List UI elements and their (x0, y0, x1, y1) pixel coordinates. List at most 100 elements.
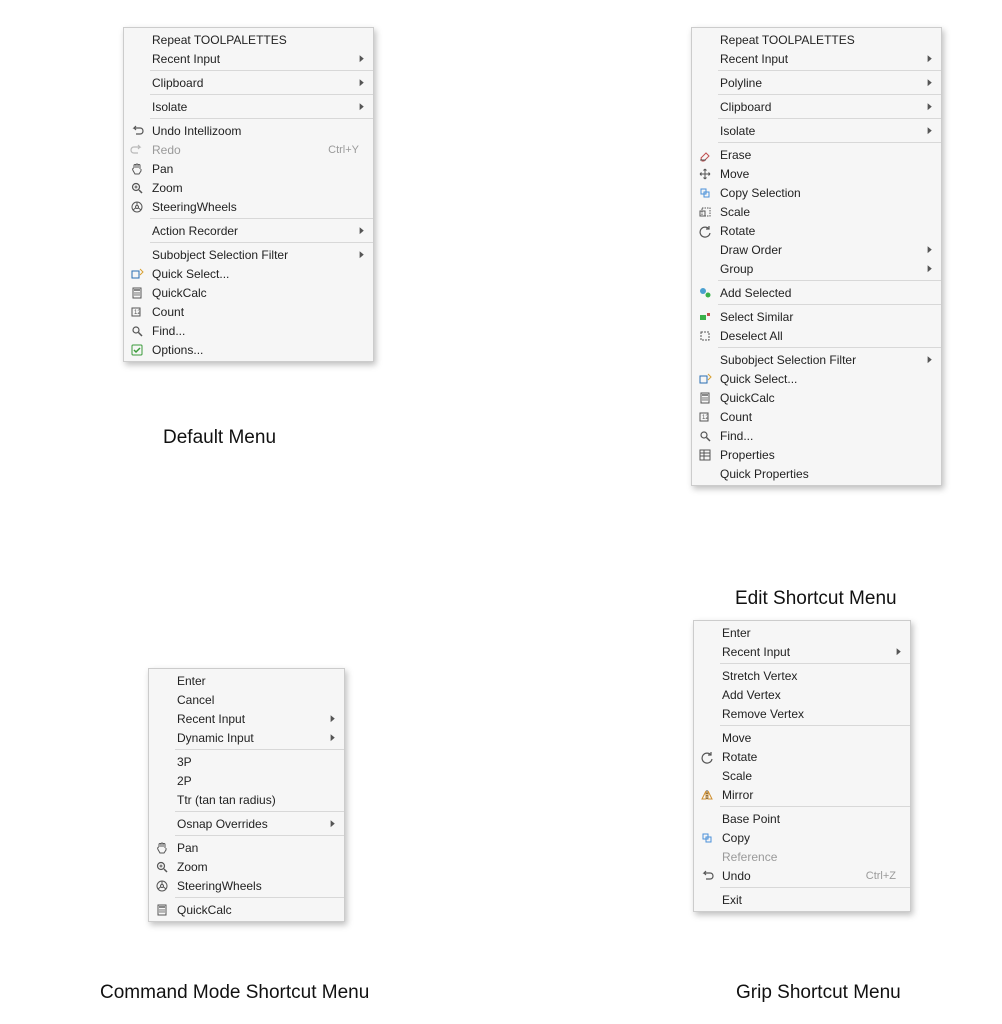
menu-item-label: Draw Order (716, 243, 925, 257)
undo-icon (700, 869, 714, 883)
menu-item-quick-select[interactable]: Quick Select... (692, 369, 941, 388)
menu-item-quickcalc[interactable]: QuickCalc (124, 283, 373, 302)
menu-item-ttr-tan-tan-radius[interactable]: Ttr (tan tan radius) (149, 790, 344, 809)
menu-item-subobject-selection-filter[interactable]: Subobject Selection Filter▶ (692, 350, 941, 369)
menu-item-group[interactable]: Group▶ (692, 259, 941, 278)
menu-separator (175, 811, 344, 812)
menu-item-repeat-toolpalettes[interactable]: Repeat TOOLPALETTES (124, 30, 373, 49)
menu-separator (720, 806, 910, 807)
menu-item-label: Properties (716, 448, 935, 462)
menu-item-recent-input[interactable]: Recent Input▶ (694, 642, 910, 661)
menu-item-copy-selection[interactable]: Copy Selection (692, 183, 941, 202)
menu-item-mirror[interactable]: Mirror (694, 785, 910, 804)
menu-item-clipboard[interactable]: Clipboard▶ (124, 73, 373, 92)
calc-icon (698, 391, 712, 405)
menu-item-steeringwheels[interactable]: SteeringWheels (124, 197, 373, 216)
menu-item-draw-order[interactable]: Draw Order▶ (692, 240, 941, 259)
menu-item-recent-input[interactable]: Recent Input▶ (124, 49, 373, 68)
pan-icon-slot (126, 160, 148, 178)
pan-icon (130, 162, 144, 176)
menu-item-redo[interactable]: RedoCtrl+Y (124, 140, 373, 159)
menu-item-rotate[interactable]: Rotate (694, 747, 910, 766)
menu-item-dynamic-input[interactable]: Dynamic Input▶ (149, 728, 344, 747)
menu-item-deselect-all[interactable]: Deselect All (692, 326, 941, 345)
menu-item-pan[interactable]: Pan (124, 159, 373, 178)
rotate-icon (698, 224, 712, 238)
menu-item-erase[interactable]: Erase (692, 145, 941, 164)
menu-item-reference[interactable]: Reference (694, 847, 910, 866)
menu-item-recent-input[interactable]: Recent Input▶ (149, 709, 344, 728)
menu-item-label: Subobject Selection Filter (148, 248, 357, 262)
menu-item-label: Options... (148, 343, 367, 357)
scale-icon-slot (694, 203, 716, 221)
menu-item-move[interactable]: Move (694, 728, 910, 747)
menu-item-label: 2P (173, 774, 338, 788)
menu-item-options[interactable]: Options... (124, 340, 373, 359)
menu-item-quickcalc[interactable]: QuickCalc (149, 900, 344, 919)
menu-item-subobject-selection-filter[interactable]: Subobject Selection Filter▶ (124, 245, 373, 264)
menu-item-isolate[interactable]: Isolate▶ (692, 121, 941, 140)
menu-separator (175, 897, 344, 898)
menu-item-label: Group (716, 262, 925, 276)
menu-item-properties[interactable]: Properties (692, 445, 941, 464)
menu-item-quick-properties[interactable]: Quick Properties (692, 464, 941, 483)
menu-item-find[interactable]: Find... (124, 321, 373, 340)
menu-item-polyline[interactable]: Polyline▶ (692, 73, 941, 92)
blank-icon-slot (694, 241, 716, 259)
blank-icon-slot (151, 772, 173, 790)
menu-item-enter[interactable]: Enter (694, 623, 910, 642)
chevron-right-icon: ▶ (330, 818, 336, 829)
chevron-right-icon: ▶ (359, 77, 365, 88)
grip-menu-caption: Grip Shortcut Menu (736, 982, 901, 1004)
menu-item-steeringwheels[interactable]: SteeringWheels (149, 876, 344, 895)
menu-item-label: Copy (718, 831, 904, 845)
menu-item-select-similar[interactable]: Select Similar (692, 307, 941, 326)
menu-item-label: Zoom (173, 860, 338, 874)
menu-item-add-selected[interactable]: Add Selected (692, 283, 941, 302)
menu-item-zoom[interactable]: Zoom (149, 857, 344, 876)
mirror-icon (700, 788, 714, 802)
menu-item-recent-input[interactable]: Recent Input▶ (692, 49, 941, 68)
menu-item-cancel[interactable]: Cancel (149, 690, 344, 709)
menu-item-count[interactable]: 12Count (124, 302, 373, 321)
menu-item-quick-select[interactable]: Quick Select... (124, 264, 373, 283)
menu-item-find[interactable]: Find... (692, 426, 941, 445)
menu-item-scale[interactable]: Scale (692, 202, 941, 221)
menu-item-count[interactable]: 12Count (692, 407, 941, 426)
menu-item-undo[interactable]: UndoCtrl+Z (694, 866, 910, 885)
chevron-right-icon: ▶ (359, 225, 365, 236)
menu-item-undo-intellizoom[interactable]: Undo Intellizoom (124, 121, 373, 140)
blank-icon-slot (126, 98, 148, 116)
find-icon (130, 324, 144, 338)
menu-item-add-vertex[interactable]: Add Vertex (694, 685, 910, 704)
menu-item-isolate[interactable]: Isolate▶ (124, 97, 373, 116)
menu-item-repeat-toolpalettes[interactable]: Repeat TOOLPALETTES (692, 30, 941, 49)
menu-item-osnap-overrides[interactable]: Osnap Overrides▶ (149, 814, 344, 833)
blank-icon-slot (696, 810, 718, 828)
menu-item-move[interactable]: Move (692, 164, 941, 183)
menu-item-action-recorder[interactable]: Action Recorder▶ (124, 221, 373, 240)
menu-item-zoom[interactable]: Zoom (124, 178, 373, 197)
menu-item-2p[interactable]: 2P (149, 771, 344, 790)
menu-item-rotate[interactable]: Rotate (692, 221, 941, 240)
menu-item-label: Repeat TOOLPALETTES (148, 33, 367, 47)
menu-item-pan[interactable]: Pan (149, 838, 344, 857)
quick-select-icon (698, 372, 712, 386)
menu-item-enter[interactable]: Enter (149, 671, 344, 690)
chevron-right-icon: ▶ (896, 646, 902, 657)
default-menu: Repeat TOOLPALETTES Recent Input▶ Clipboar… (123, 27, 374, 362)
menu-item-clipboard[interactable]: Clipboard▶ (692, 97, 941, 116)
edit-menu: Repeat TOOLPALETTESRecent Input▶ Polyline… (691, 27, 942, 486)
blank-icon-slot (151, 672, 173, 690)
selsim-icon-slot (694, 308, 716, 326)
menu-item-remove-vertex[interactable]: Remove Vertex (694, 704, 910, 723)
menu-item-copy[interactable]: Copy (694, 828, 910, 847)
command-menu-caption: Command Mode Shortcut Menu (100, 982, 369, 1004)
menu-item-stretch-vertex[interactable]: Stretch Vertex (694, 666, 910, 685)
menu-item-base-point[interactable]: Base Point (694, 809, 910, 828)
menu-item-3p[interactable]: 3P (149, 752, 344, 771)
menu-item-quickcalc[interactable]: QuickCalc (692, 388, 941, 407)
count-icon: 12 (698, 410, 712, 424)
menu-item-scale[interactable]: Scale (694, 766, 910, 785)
menu-item-exit[interactable]: Exit (694, 890, 910, 909)
